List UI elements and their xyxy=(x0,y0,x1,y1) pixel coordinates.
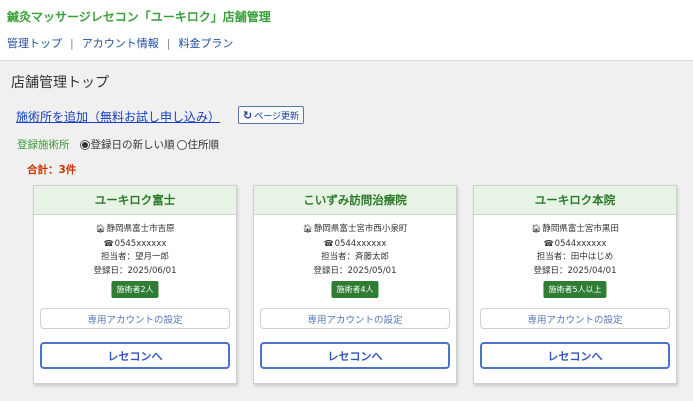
clinic-name: ユーキロク本院 xyxy=(474,186,676,215)
main-content: 店舗管理トップ 施術所を追加（無料お試し申し込み） ↻ ページ更新 登録施術所 … xyxy=(0,60,693,401)
nav-separator: | xyxy=(166,36,171,50)
clinic-phone: 0545xxxxxx xyxy=(114,238,167,249)
clinic-name: こいずみ訪問治療院 xyxy=(254,186,456,215)
sort-label: 登録施術所 xyxy=(17,139,70,151)
rececon-button[interactable]: レセコンへ xyxy=(260,342,450,369)
phone-icon: ☎ xyxy=(103,238,114,248)
rececon-button[interactable]: レセコンへ xyxy=(480,342,670,369)
clinic-phone: 0544xxxxxx xyxy=(334,238,387,249)
page-title: 店舗管理トップ xyxy=(11,75,109,91)
nav-item-pricing[interactable]: 料金プラン xyxy=(178,35,233,51)
clinic-phone: 0544xxxxxx xyxy=(554,238,607,249)
total-count: 合計：3件 xyxy=(27,164,77,176)
practitioner-badge: 施術者2人 xyxy=(111,281,159,298)
clinic-registered: 登録日：2025/05/01 xyxy=(313,265,397,276)
clinic-card: ユーキロク富士 🏠︎静岡県富士市吉原 ☎0545xxxxxx 担当者：望月一郎 … xyxy=(33,185,237,384)
top-nav: 管理トップ | アカウント情報 | 料金プラン xyxy=(7,35,233,51)
refresh-button[interactable]: ↻ ページ更新 xyxy=(238,106,305,124)
nav-item-admin-top[interactable]: 管理トップ xyxy=(7,35,62,51)
add-clinic-link[interactable]: 施術所を追加（無料お試し申し込み） xyxy=(16,108,220,125)
sort-radio-address[interactable] xyxy=(176,139,187,150)
sort-row: 登録施術所 登録日の新しい順 住所順 xyxy=(17,137,221,152)
account-settings-button[interactable]: 専用アカウントの設定 xyxy=(480,308,670,329)
account-settings-button[interactable]: 専用アカウントの設定 xyxy=(40,308,230,329)
clinic-address: 静岡県富士宮市西小泉町 xyxy=(313,224,408,234)
clinic-address: 静岡県富士市吉原 xyxy=(106,224,175,234)
home-icon: 🏠︎ xyxy=(531,224,542,233)
refresh-icon: ↻ xyxy=(243,108,253,122)
phone-icon: ☎ xyxy=(323,238,334,248)
clinic-manager: 担当者：斉藤太郎 xyxy=(320,252,389,262)
practitioner-badge: 施術者4人 xyxy=(331,281,379,298)
sort-radio-newest[interactable] xyxy=(79,139,90,150)
app-title: 鍼灸マッサージレセコン「ユーキロク」店舗管理 xyxy=(7,10,271,24)
clinic-name: ユーキロク富士 xyxy=(34,186,236,215)
home-icon: 🏠︎ xyxy=(95,224,106,233)
clinic-address: 静岡県富士宮市黒田 xyxy=(542,224,619,234)
account-settings-button[interactable]: 専用アカウントの設定 xyxy=(260,308,450,329)
clinic-info: 🏠︎静岡県富士宮市黒田 ☎0544xxxxxx 担当者：田中はじめ 登録日：20… xyxy=(474,222,676,278)
clinic-card: こいずみ訪問治療院 🏠︎静岡県富士宮市西小泉町 ☎0544xxxxxx 担当者：… xyxy=(253,185,457,384)
clinic-info: 🏠︎静岡県富士宮市西小泉町 ☎0544xxxxxx 担当者：斉藤太郎 登録日：2… xyxy=(254,222,456,278)
home-icon: 🏠︎ xyxy=(302,224,313,233)
sort-option-address-label: 住所順 xyxy=(187,139,220,151)
nav-separator: | xyxy=(70,36,74,50)
nav-item-account-info[interactable]: アカウント情報 xyxy=(82,35,159,51)
practitioner-badge: 施術者5人以上 xyxy=(543,281,607,298)
clinic-registered: 登録日：2025/06/01 xyxy=(93,265,177,276)
clinic-manager: 担当者：田中はじめ xyxy=(536,252,614,262)
sort-option-newest-label: 登録日の新しい順 xyxy=(90,139,175,151)
refresh-button-label: ページ更新 xyxy=(254,111,300,122)
clinic-manager: 担当者：望月一郎 xyxy=(100,252,169,262)
clinic-card: ユーキロク本院 🏠︎静岡県富士宮市黒田 ☎0544xxxxxx 担当者：田中はじ… xyxy=(473,185,677,384)
clinic-registered: 登録日：2025/04/01 xyxy=(533,265,617,276)
clinic-info: 🏠︎静岡県富士市吉原 ☎0545xxxxxx 担当者：望月一郎 登録日：2025… xyxy=(34,222,236,278)
rececon-button[interactable]: レセコンへ xyxy=(40,342,230,369)
phone-icon: ☎ xyxy=(543,238,554,248)
